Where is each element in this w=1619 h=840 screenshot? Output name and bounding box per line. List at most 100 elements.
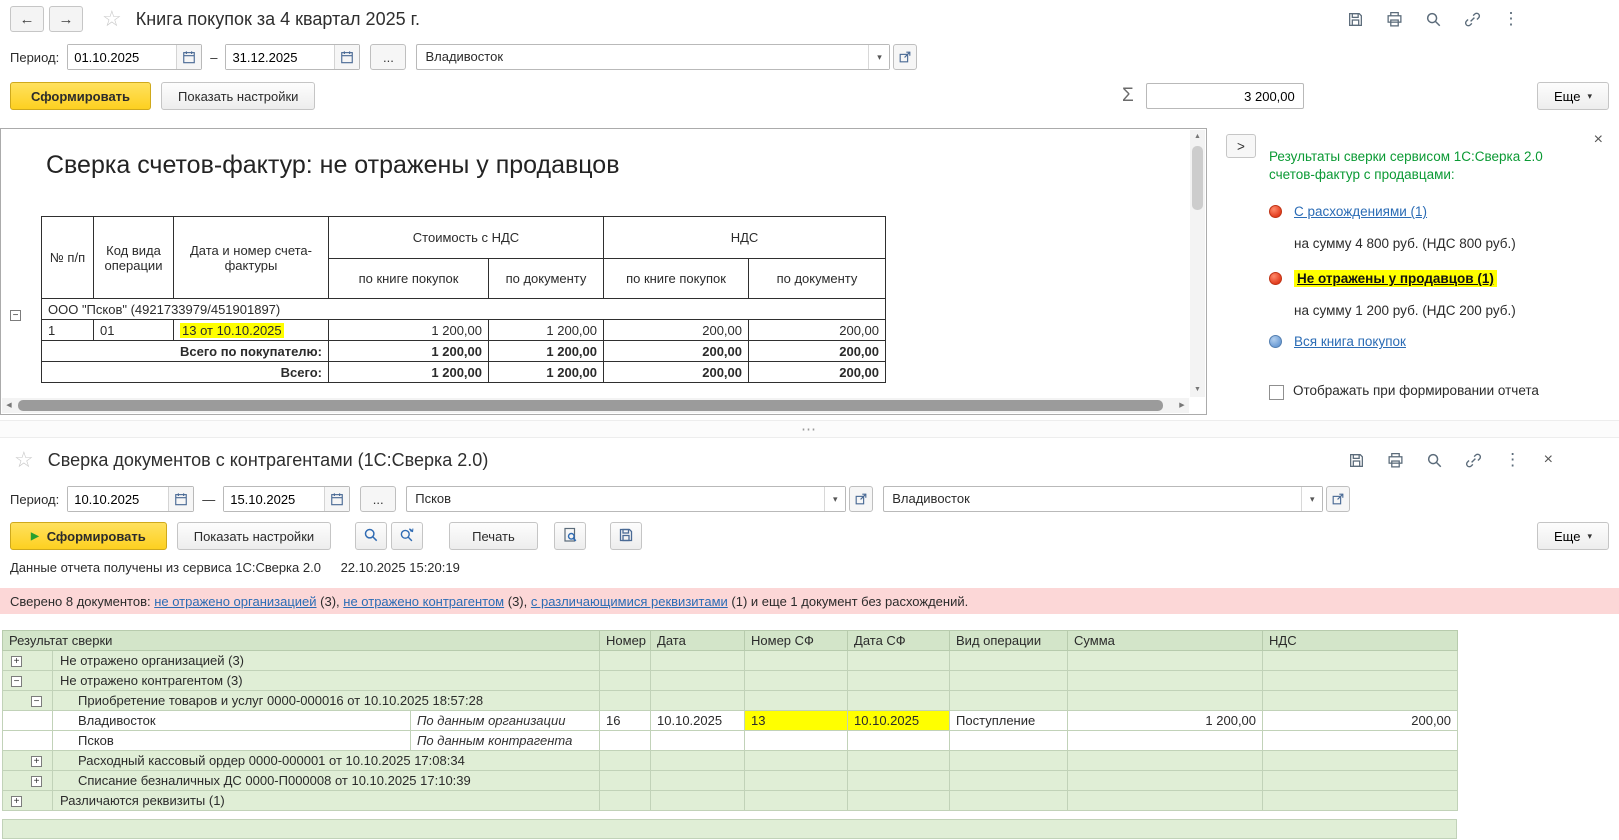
sum-field[interactable] [1145,83,1304,109]
close-icon[interactable]: × [1594,131,1603,149]
collapse-minus-icon[interactable]: − [31,696,42,708]
generate-button[interactable]: Сформировать [10,82,152,110]
period-from-field[interactable] [67,486,195,512]
cell-side-name[interactable]: Владивосток [52,710,411,731]
cell-date[interactable]: 10.10.2025 [650,710,746,731]
forward-button[interactable]: → [49,6,83,32]
period-to-input[interactable] [224,487,325,511]
chevron-down-icon[interactable]: ▾ [824,487,846,511]
print-icon[interactable] [1384,9,1404,29]
close-icon[interactable]: × [1544,451,1553,469]
print-icon[interactable] [1386,450,1406,470]
calendar-icon[interactable] [176,45,202,69]
period-to-field[interactable] [225,44,361,70]
whole-book-link[interactable]: Вся книга покупок [1294,334,1406,349]
cell-invoice[interactable]: 13 от 10.10.2025 [173,319,329,341]
favorite-star-icon[interactable]: ☆ [14,447,34,473]
cell-number-sf-highlighted[interactable]: 13 [744,710,849,731]
print-button[interactable]: Печать [449,522,538,550]
period-to-field[interactable] [223,486,351,512]
period-from-field[interactable] [67,44,203,70]
not-reflected-by-org-link[interactable]: не отражено организацией [154,594,316,609]
period-from-input[interactable] [68,487,169,511]
not-reflected-link[interactable]: Не отражены у продавцов (1) [1294,270,1497,287]
vertical-scrollbar[interactable]: ▲ ▼ [1190,130,1205,397]
cell-vat-doc[interactable]: 200,00 [748,319,886,341]
panel-collapse-button[interactable]: > [1226,134,1256,158]
cell-date[interactable] [650,730,746,751]
get-link-icon[interactable] [1462,9,1482,29]
collapse-minus-icon[interactable]: − [10,310,21,322]
counterparty-open-button[interactable] [1326,486,1351,512]
group-header-cell[interactable]: ООО "Псков" (4921733979/451901897) [41,298,886,320]
group-label[interactable]: Различаются реквизиты (1) [51,790,601,811]
calendar-icon[interactable] [324,487,350,511]
show-settings-button[interactable]: Показать настройки [176,522,332,550]
save-icon[interactable] [1345,9,1365,29]
scroll-left-icon[interactable]: ◀ [2,398,16,413]
cell-op-code[interactable]: 01 [93,319,174,341]
print-preview-button[interactable] [553,522,586,550]
counterparty-combo[interactable]: Владивосток ▾ [883,486,1324,512]
find-icon[interactable] [1423,9,1443,29]
back-button[interactable]: ← [10,6,44,32]
chevron-down-icon[interactable]: ▾ [868,45,890,69]
chevron-down-icon[interactable]: ▾ [1301,487,1323,511]
more-menu-icon[interactable]: ⋮ [1503,450,1523,470]
cell-number[interactable] [599,730,652,751]
period-from-input[interactable] [68,45,177,69]
scroll-right-icon[interactable]: ▶ [1175,398,1189,413]
organization-combo[interactable]: Псков ▾ [406,486,847,512]
find-icon[interactable] [1425,450,1445,470]
cell-operation[interactable] [949,730,1069,751]
horizontal-scroll-thumb[interactable] [18,400,1163,411]
cell-number-sf[interactable] [744,730,849,751]
collapse-minus-icon[interactable]: − [11,676,22,688]
group-label[interactable]: Не отражено контрагентом (3) [51,670,601,691]
favorite-star-icon[interactable]: ☆ [102,6,122,32]
vertical-scroll-thumb[interactable] [1192,146,1203,210]
save-result-button[interactable] [609,522,642,550]
expand-plus-icon[interactable]: + [11,796,22,808]
cell-date-sf[interactable] [847,730,951,751]
cell-cost-doc[interactable]: 1 200,00 [488,319,604,341]
period-variants-button[interactable]: ... [370,44,407,70]
scroll-down-icon[interactable]: ▼ [1190,383,1205,397]
cell-number[interactable]: 16 [599,710,652,731]
more-button[interactable]: Еще ▾ [1537,82,1609,110]
organization-combo[interactable]: Владивосток ▾ [416,44,891,70]
cell-vat-book[interactable]: 200,00 [603,319,749,341]
show-on-generate-checkbox[interactable] [1269,385,1284,400]
repeat-search-button[interactable] [391,522,424,550]
expand-plus-icon[interactable]: + [31,756,42,768]
expand-plus-icon[interactable]: + [31,776,42,788]
cell-vat[interactable] [1262,730,1459,751]
cell-amount[interactable]: 1 200,00 [1067,710,1264,731]
more-menu-icon[interactable]: ⋮ [1501,9,1521,29]
cell-amount[interactable] [1067,730,1264,751]
document-group-label[interactable]: Списание безналичных ДС 0000-П000008 от … [51,770,601,791]
not-reflected-by-counterparty-link[interactable]: не отражено контрагентом [343,594,504,609]
window-splitter[interactable]: ⋯ [0,420,1619,438]
document-group-label[interactable]: Приобретение товаров и услуг 0000-000016… [51,690,601,711]
differing-requisites-link[interactable]: с различающимися реквизитами [531,594,728,609]
more-button[interactable]: Еще ▾ [1537,522,1609,550]
cell-side-name[interactable]: Псков [52,730,411,751]
cell-npp[interactable]: 1 [41,319,94,341]
period-variants-button[interactable]: ... [360,486,397,512]
organization-open-button[interactable] [849,486,874,512]
cell-vat[interactable]: 200,00 [1262,710,1459,731]
document-group-label[interactable]: Расходный кассовый ордер 0000-000001 от … [51,750,601,771]
period-to-input[interactable] [226,45,335,69]
scroll-up-icon[interactable]: ▲ [1190,130,1205,144]
search-button[interactable] [355,522,388,550]
cell-date-sf-highlighted[interactable]: 10.10.2025 [847,710,951,731]
cell-operation[interactable]: Поступление [949,710,1069,731]
save-icon[interactable] [1347,450,1367,470]
generate-button[interactable]: ▶ Сформировать [10,522,167,550]
calendar-icon[interactable] [168,487,194,511]
group-label[interactable]: Не отражено организацией (3) [51,650,601,671]
with-differences-link[interactable]: С расхождениями (1) [1294,204,1427,219]
calendar-icon[interactable] [334,45,360,69]
expand-plus-icon[interactable]: + [11,656,22,668]
